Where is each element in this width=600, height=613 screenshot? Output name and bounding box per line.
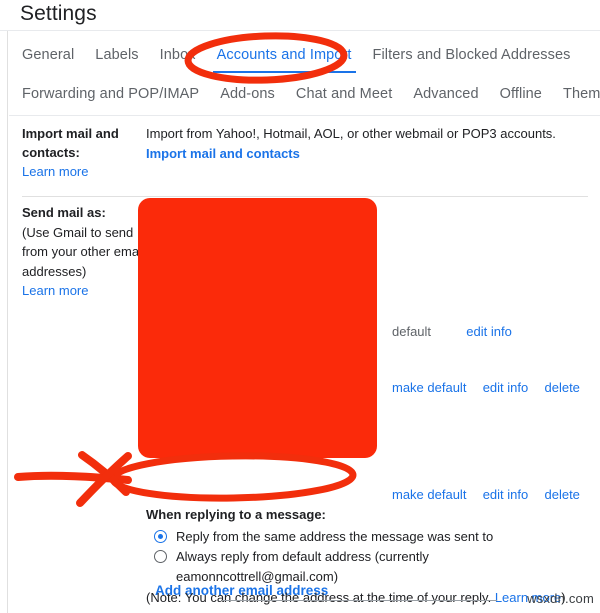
radio-label: Always reply from default address (curre… xyxy=(176,549,429,564)
tab-row-secondary: Forwarding and POP/IMAP Add-ons Chat and… xyxy=(22,86,600,106)
radio-button-icon[interactable] xyxy=(154,550,167,563)
send-mail-as-note-line1: (Use Gmail to send xyxy=(22,224,134,240)
sidebar-rail xyxy=(0,30,8,613)
send-mail-as-note-line3: addresses) xyxy=(22,263,87,279)
radio-label: Reply from the same address the message … xyxy=(176,529,494,544)
tab-offline[interactable]: Offline xyxy=(500,86,542,106)
tab-chat-and-meet[interactable]: Chat and Meet xyxy=(296,86,392,106)
settings-content: Import mail and contacts: Learn more Imp… xyxy=(9,116,600,613)
radio-label-address: eamonncottrell@gmail.com) xyxy=(176,569,339,584)
settings-page: Settings General Labels Inbox Accounts a… xyxy=(0,0,600,613)
make-default-link[interactable]: make default xyxy=(392,380,466,395)
reply-note-prefix: (Note: You can change the address at the… xyxy=(146,590,495,605)
tab-filters-and-blocked-addresses[interactable]: Filters and Blocked Addresses xyxy=(373,47,571,67)
table-row: make default edit info delete xyxy=(392,380,580,395)
tab-row-primary: General Labels Inbox Accounts and Import… xyxy=(22,47,591,73)
send-mail-as-label: Send mail as: (Use Gmail to send from yo… xyxy=(22,203,147,301)
page-title: Settings xyxy=(20,2,97,25)
settings-tabstrip: General Labels Inbox Accounts and Import… xyxy=(9,31,600,116)
radio-button-icon[interactable] xyxy=(154,530,167,543)
edit-info-link[interactable]: edit info xyxy=(483,380,529,395)
send-mail-as-note-line2: from your other email xyxy=(22,244,145,259)
edit-info-link[interactable]: edit info xyxy=(466,324,512,339)
tab-inbox[interactable]: Inbox xyxy=(160,47,196,67)
footer-divider xyxy=(222,600,497,601)
tab-themes[interactable]: Themes xyxy=(563,86,600,106)
make-default-link[interactable]: make default xyxy=(392,487,466,502)
table-row: default edit info xyxy=(392,324,512,339)
import-label-line2: contacts: xyxy=(22,145,80,160)
tab-accounts-and-import[interactable]: Accounts and Import xyxy=(212,47,356,73)
tab-forwarding-and-pop-imap[interactable]: Forwarding and POP/IMAP xyxy=(22,86,199,106)
tab-general[interactable]: General xyxy=(22,47,74,67)
page-header: Settings xyxy=(0,0,600,31)
table-row: make default edit info delete xyxy=(392,487,580,502)
account-status-default: default xyxy=(392,324,432,339)
edit-info-link[interactable]: edit info xyxy=(483,487,529,502)
radio-option-reply-same-address[interactable]: Reply from the same address the message … xyxy=(146,527,596,547)
import-learn-more-link[interactable]: Learn more xyxy=(22,164,88,179)
send-mail-as-learn-more-link[interactable]: Learn more xyxy=(22,283,88,298)
tab-add-ons[interactable]: Add-ons xyxy=(220,86,275,106)
send-mail-as-title: Send mail as: xyxy=(22,205,106,220)
reply-settings-heading: When replying to a message: xyxy=(146,507,326,522)
import-mail-and-contacts-link[interactable]: Import mail and contacts xyxy=(146,144,300,163)
watermark-label: wsxdn.com xyxy=(527,591,594,606)
import-section-label: Import mail and contacts: Learn more xyxy=(22,124,142,181)
import-description: Import from Yahoo!, Hotmail, AOL, or oth… xyxy=(146,126,556,141)
tab-advanced[interactable]: Advanced xyxy=(413,86,478,106)
radio-option-always-default-address[interactable]: Always reply from default address (curre… xyxy=(146,547,596,587)
import-label-line1: Import mail and xyxy=(22,126,119,141)
delete-link[interactable]: delete xyxy=(544,380,579,395)
delete-link[interactable]: delete xyxy=(544,487,579,502)
tab-labels[interactable]: Labels xyxy=(95,47,138,67)
section-divider xyxy=(22,196,588,197)
